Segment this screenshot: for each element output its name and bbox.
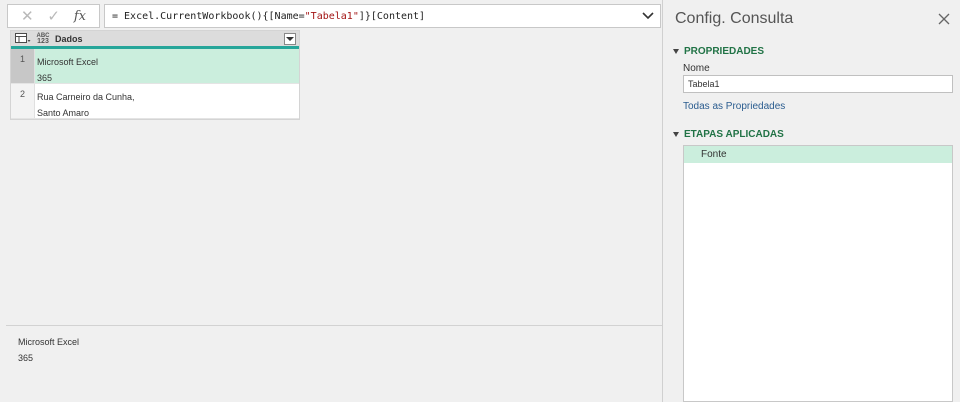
chevron-down-icon[interactable] xyxy=(640,8,656,24)
formula-actions: ✕ ✓ fx xyxy=(7,4,100,28)
formula-suffix: ]}[Content] xyxy=(358,10,426,22)
table-row[interactable]: 2 Rua Carneiro da Cunha, Santo Amaro xyxy=(11,84,299,119)
close-icon[interactable]: ✕ xyxy=(21,9,34,24)
collapse-triangle-icon[interactable] xyxy=(673,49,679,54)
table-icon[interactable] xyxy=(11,30,35,48)
type-label-bottom: 123 xyxy=(37,37,49,45)
formula-input[interactable]: = Excel.CurrentWorkbook(){[Name= "Tabela1… xyxy=(104,4,661,28)
row-number: 2 xyxy=(11,84,35,118)
applied-step-item[interactable]: Fonte xyxy=(684,146,952,163)
query-name-input[interactable]: Tabela1 xyxy=(683,75,953,93)
power-query-editor: ✕ ✓ fx = Excel.CurrentWorkbook(){[Name= "… xyxy=(0,0,960,402)
section-label: PROPRIEDADES xyxy=(684,46,765,57)
data-grid-panel: ABC 123 Dados 1 Microsoft Excel 365 2 Ru… xyxy=(6,30,662,324)
formula-bar: ✕ ✓ fx = Excel.CurrentWorkbook(){[Name= "… xyxy=(7,4,661,28)
check-icon[interactable]: ✓ xyxy=(47,9,60,24)
formula-string: "Tabela1" xyxy=(304,10,359,22)
formula-prefix: = Excel.CurrentWorkbook(){[Name= xyxy=(112,10,305,22)
name-label: Nome xyxy=(683,63,710,74)
preview-line: 365 xyxy=(18,353,34,363)
data-table: ABC 123 Dados 1 Microsoft Excel 365 2 Ru… xyxy=(10,30,300,120)
table-cell[interactable]: Rua Carneiro da Cunha, Santo Amaro xyxy=(35,84,299,118)
section-label: ETAPAS APLICADAS xyxy=(684,129,784,140)
cell-line: Rua Carneiro da Cunha, xyxy=(37,92,135,102)
filter-dropdown-icon[interactable] xyxy=(284,32,296,45)
properties-section-header[interactable]: PROPRIEDADES xyxy=(673,46,764,57)
table-cell[interactable]: Microsoft Excel 365 xyxy=(35,49,299,83)
main-area: ✕ ✓ fx = Excel.CurrentWorkbook(){[Name= "… xyxy=(0,0,662,402)
column-header-dados[interactable]: Dados xyxy=(51,34,284,44)
collapse-triangle-icon[interactable] xyxy=(673,132,679,137)
query-settings-pane: Config. Consulta PROPRIEDADES Nome Tabel… xyxy=(662,0,960,402)
applied-steps-list: Fonte xyxy=(683,145,953,402)
all-properties-link[interactable]: Todas as Propriedades xyxy=(683,101,785,112)
cell-line: Santo Amaro xyxy=(37,108,90,118)
fx-icon[interactable]: fx xyxy=(74,9,86,24)
close-icon[interactable] xyxy=(938,13,950,25)
applied-steps-section-header[interactable]: ETAPAS APLICADAS xyxy=(673,129,784,140)
pane-title: Config. Consulta xyxy=(675,10,794,27)
row-number: 1 xyxy=(11,49,35,83)
cell-line: Microsoft Excel xyxy=(37,57,99,67)
table-header: ABC 123 Dados xyxy=(11,31,299,49)
column-type-icon[interactable]: ABC 123 xyxy=(35,33,51,45)
preview-line: Microsoft Excel xyxy=(18,337,80,347)
cell-preview-pane: Microsoft Excel 365 xyxy=(6,325,662,402)
table-row[interactable]: 1 Microsoft Excel 365 xyxy=(11,49,299,84)
